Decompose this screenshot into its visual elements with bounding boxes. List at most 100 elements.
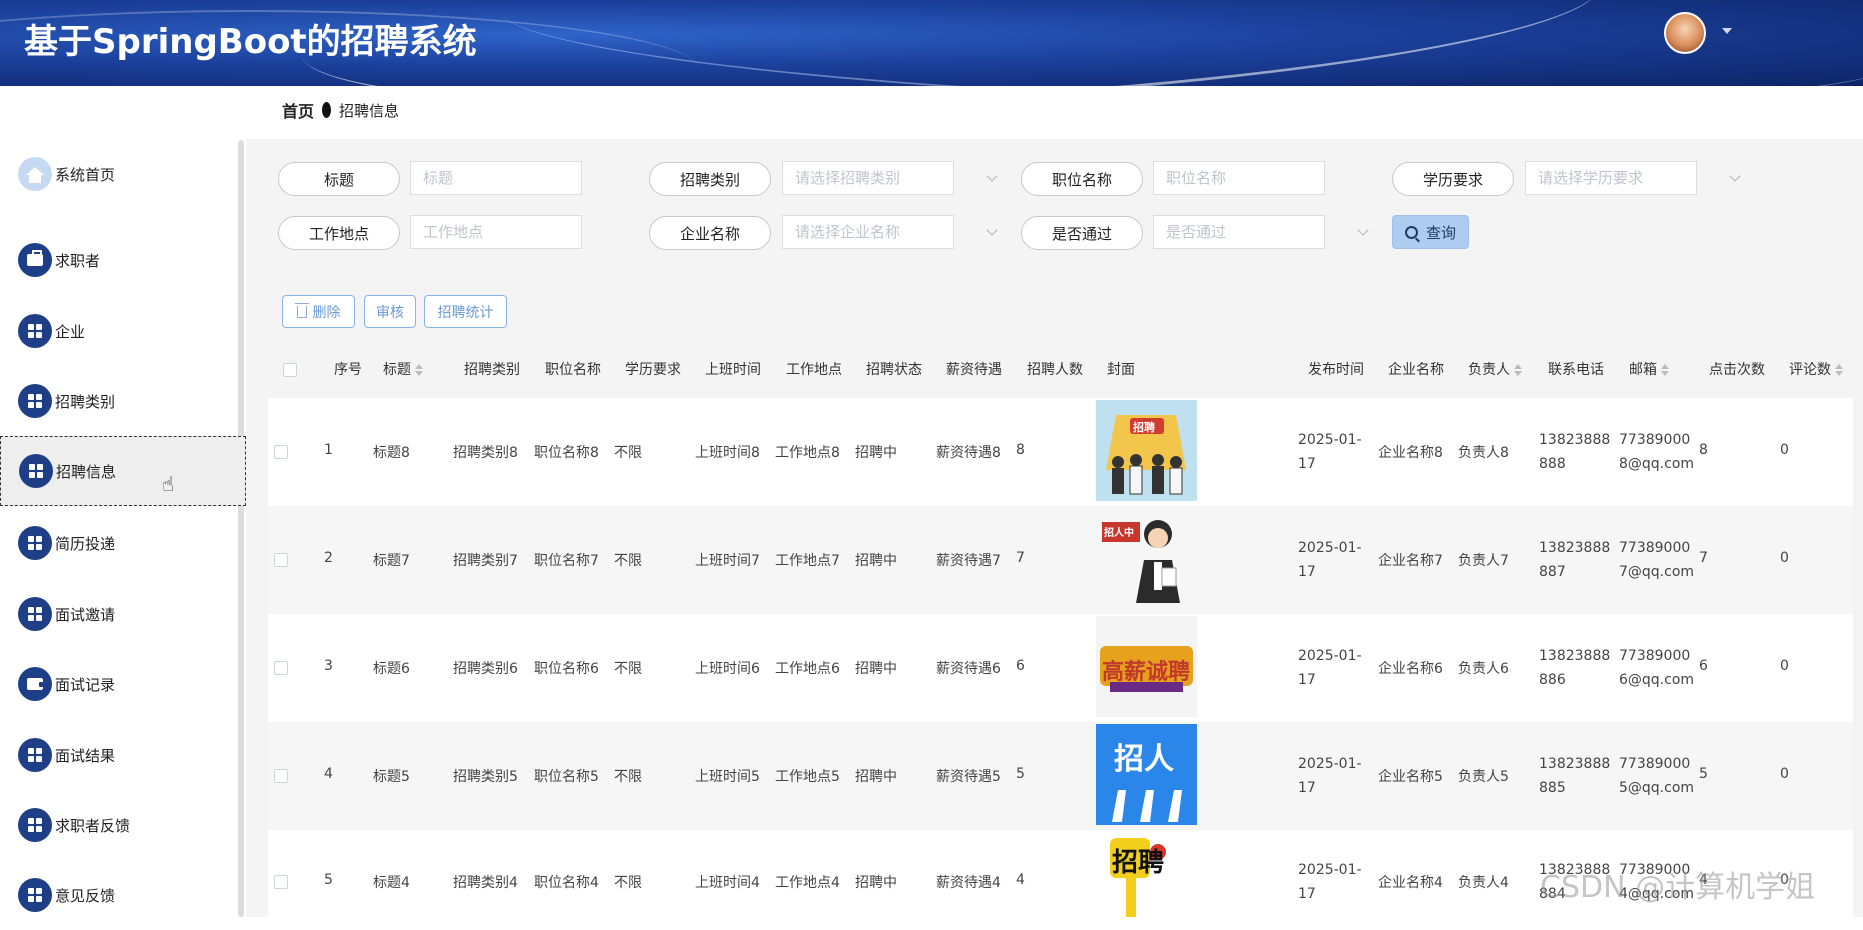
column-header-comments[interactable]: 评论数 [1789,342,1843,398]
education-select[interactable] [1525,161,1697,195]
cell-company: 企业名称7 [1378,553,1443,569]
sidebar-item-resume-submissions[interactable]: 简历投递 [0,508,246,578]
stats-button[interactable]: 招聘统计 [424,295,507,328]
select-all-checkbox[interactable] [283,363,297,377]
cover-text: 高薪诚聘 [1102,660,1191,685]
cell-salary: 薪资待遇6 [936,661,1001,677]
column-header-position: 职位名称 [545,362,601,378]
audit-button[interactable]: 审核 [364,295,416,328]
cover-text: 招聘 [1133,421,1155,434]
column-header-label: 邮箱 [1629,362,1657,378]
column-header-title[interactable]: 标题 [383,342,423,398]
column-header-label: 评论数 [1789,362,1831,378]
cell-position: 职位名称7 [534,553,599,569]
sort-icon[interactable] [1835,364,1843,376]
stats-button-label: 招聘统计 [437,304,494,321]
row-checkbox[interactable] [274,445,288,459]
sidebar-item-companies[interactable]: 企业 [0,296,246,366]
sidebar-item-label: 简历投递 [55,534,116,553]
cover-image[interactable]: 招聘 [1096,400,1197,501]
cell-work-time: 上班时间6 [695,661,760,677]
sort-icon[interactable] [415,364,423,376]
briefcase-icon [18,243,52,277]
cell-clicks: 8 [1699,442,1708,458]
cell-headcount: 7 [1016,550,1025,566]
cell-index: 5 [324,872,333,888]
row-checkbox[interactable] [274,553,288,567]
breadcrumb-separator-icon [322,102,332,118]
position-input[interactable] [1153,161,1325,195]
sidebar-item-job-seekers[interactable]: 求职者 [0,225,246,295]
cell-work-time: 上班时间7 [695,553,760,569]
cell-education: 不限 [614,553,642,569]
cell-clicks: 5 [1699,766,1708,782]
cover-image[interactable]: 高薪诚聘 [1096,616,1197,717]
cell-salary: 薪资待遇7 [936,553,1001,569]
grid-icon [18,526,52,560]
sort-icon[interactable] [1661,364,1669,376]
table-row[interactable]: 2 标题7 招聘类别7 职位名称7 不限 上班时间7 工作地点7 招聘中 薪资待… [268,506,1853,614]
column-header-salary: 薪资待遇 [946,362,1002,378]
sidebar-item-job-categories[interactable]: 招聘类别 [0,366,246,436]
sidebar-item-seeker-feedback[interactable]: 求职者反馈 [0,790,246,860]
cover-text: 招人中 [1104,528,1134,539]
title-input[interactable] [410,161,582,195]
grid-icon [18,597,52,631]
table-row[interactable]: 1 标题8 招聘类别8 职位名称8 不限 上班时间8 工作地点8 招聘中 薪资待… [268,398,1853,506]
sidebar-item-job-postings[interactable]: 招聘信息 [0,436,246,506]
cover-image[interactable]: 招人中 [1096,508,1197,609]
company-select[interactable] [782,215,954,249]
cell-headcount: 5 [1016,766,1025,782]
cell-publish-time: 2025-01-17 [1298,540,1362,580]
cover-image[interactable]: 招聘 [1096,832,1197,917]
cell-email: 773890007@qq.com [1619,540,1695,580]
cell-title: 标题4 [373,875,410,891]
chevron-down-icon[interactable] [1722,28,1732,34]
cell-status: 招聘中 [855,445,897,461]
cell-work-time: 上班时间5 [695,769,760,785]
home-icon [18,157,52,191]
sidebar-item-label: 求职者反馈 [55,816,131,835]
row-checkbox[interactable] [274,661,288,675]
cell-education: 不限 [614,661,642,677]
sidebar-item-home[interactable]: 系统首页 [0,139,246,209]
sidebar-item-interview-invitations[interactable]: 面试邀请 [0,579,246,649]
cell-index: 3 [324,658,333,674]
filter-label-category: 招聘类别 [649,162,771,196]
sidebar-item-label: 求职者 [55,251,101,270]
table-row[interactable]: 3 标题6 招聘类别6 职位名称6 不限 上班时间6 工作地点6 招聘中 薪资待… [268,614,1853,722]
cover-text: 招人 [1114,742,1174,777]
location-input[interactable] [410,215,582,249]
sidebar-item-interview-results[interactable]: 面试结果 [0,720,246,790]
cell-contact: 负责人5 [1458,769,1509,785]
sidebar-item-label: 招聘信息 [56,462,117,481]
row-checkbox[interactable] [274,875,288,889]
sidebar-item-suggestions[interactable]: 意见反馈 [0,860,246,930]
cell-contact: 负责人6 [1458,661,1509,677]
user-avatar[interactable] [1664,12,1706,54]
delete-button[interactable]: 删除 [282,295,355,328]
cell-publish-time: 2025-01-17 [1298,862,1362,902]
breadcrumb-home[interactable]: 首页 [282,98,314,122]
sidebar-item-interview-records[interactable]: 面试记录 [0,649,246,719]
column-header-contact[interactable]: 负责人 [1468,342,1522,398]
table-row[interactable]: 4 标题5 招聘类别5 职位名称5 不限 上班时间5 工作地点5 招聘中 薪资待… [268,722,1853,830]
cell-category: 招聘类别4 [453,875,518,891]
column-header-email[interactable]: 邮箱 [1629,342,1669,398]
row-checkbox[interactable] [274,769,288,783]
cover-text: 招聘 [1112,848,1165,878]
search-button[interactable]: 查询 [1392,215,1469,249]
cell-title: 标题8 [373,445,410,461]
cover-image[interactable]: 招人 [1096,724,1197,825]
cell-position: 职位名称6 [534,661,599,677]
approved-select[interactable] [1153,215,1325,249]
sort-icon[interactable] [1514,364,1522,376]
grid-icon [18,808,52,842]
category-select[interactable] [782,161,954,195]
cell-comments: 0 [1780,550,1789,566]
cell-company: 企业名称8 [1378,445,1443,461]
cell-position: 职位名称4 [534,875,599,891]
cell-publish-time: 2025-01-17 [1298,648,1362,688]
column-header-category: 招聘类别 [464,362,520,378]
cell-work-time: 上班时间8 [695,445,760,461]
